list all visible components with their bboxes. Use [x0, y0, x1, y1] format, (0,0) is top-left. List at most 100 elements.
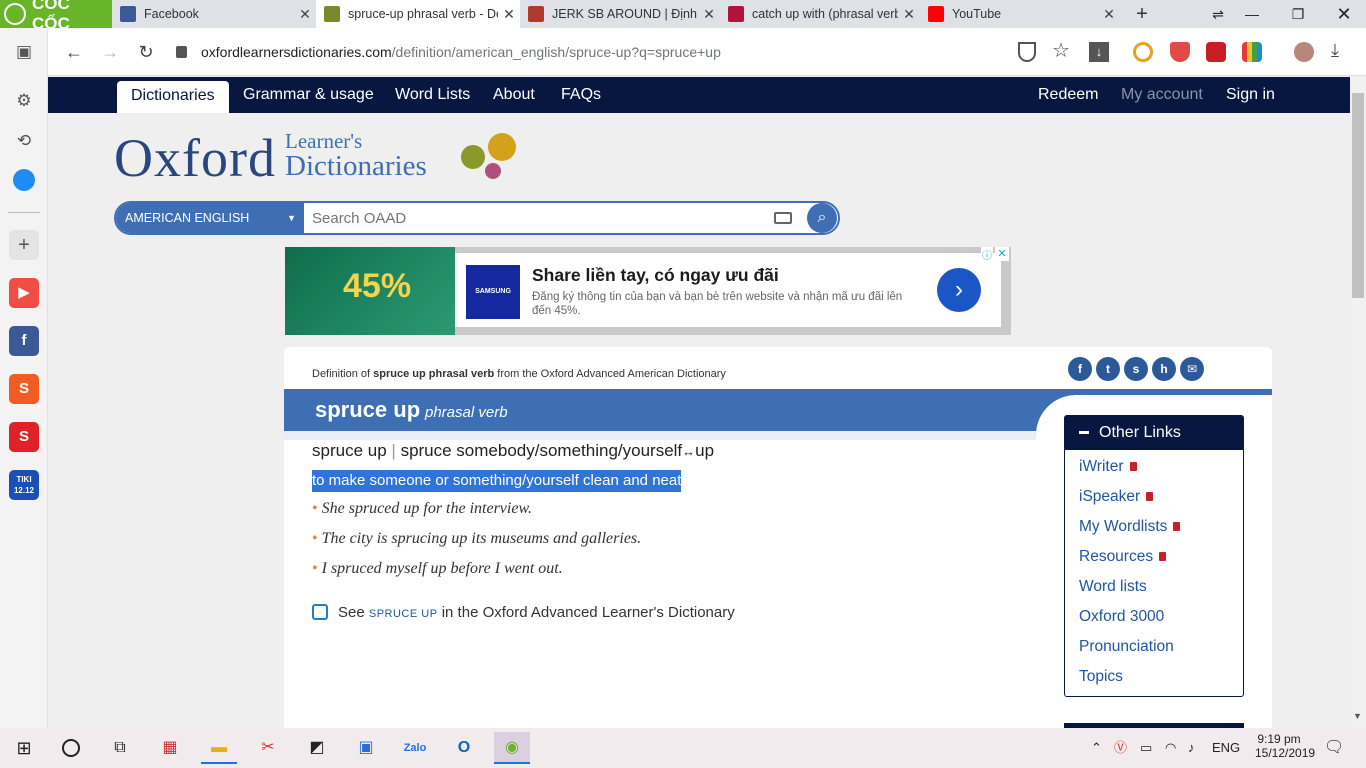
headword: spruce up	[315, 397, 421, 422]
add-app-icon[interactable]: +	[9, 230, 39, 260]
file-explorer-icon[interactable]: ▬	[201, 732, 237, 764]
tab-1[interactable]: spruce-up phrasal verb - De ✕	[316, 0, 520, 28]
taskbar-app-1-icon[interactable]: ▦	[152, 732, 188, 764]
task-view-icon[interactable]: ⧉	[102, 732, 138, 764]
close-tab-icon[interactable]: ✕	[898, 6, 920, 23]
address-bar[interactable]: oxfordlearnersdictionaries.com/definitio…	[172, 34, 1120, 70]
reload-button[interactable]: ↻	[132, 38, 160, 66]
close-tab-icon[interactable]: ✕	[294, 6, 316, 23]
email-share-icon[interactable]: ✉	[1180, 357, 1204, 381]
close-tab-icon[interactable]: ✕	[498, 6, 520, 23]
battery-icon[interactable]: ▭	[1140, 728, 1152, 768]
nav-word-lists[interactable]: Word Lists	[395, 77, 470, 113]
keyboard-icon[interactable]	[774, 212, 792, 224]
tab-4[interactable]: YouTube ✕	[920, 0, 1120, 28]
other-links-header[interactable]: Other Links	[1065, 416, 1243, 450]
ad-chevron-right-icon[interactable]: ›	[937, 268, 981, 312]
tray-expand-icon[interactable]: ⌃	[1091, 728, 1102, 768]
snipping-tool-icon[interactable]: ✂	[250, 732, 286, 764]
sidebar-app-tiki[interactable]: TIKI 12.12	[9, 470, 39, 500]
outlook-icon[interactable]: O	[446, 732, 482, 764]
form-b: spruce somebody/something/yourself	[400, 441, 683, 460]
example-text: I spruced myself up before I went out.	[321, 560, 563, 577]
other-link-item[interactable]: Topics	[1079, 668, 1123, 686]
shield-icon[interactable]	[1018, 42, 1036, 62]
other-links-title: Other Links	[1099, 424, 1181, 441]
new-tab-button[interactable]: +	[1128, 0, 1156, 28]
see-word-link[interactable]: spruce up	[369, 608, 438, 620]
maximize-button[interactable]: ❐	[1278, 0, 1318, 28]
nav-my-account[interactable]: My account	[1121, 77, 1203, 113]
see-also[interactable]: See spruce up in the Oxford Advanced Lea…	[312, 604, 735, 621]
sidebar-app-shopee[interactable]: S	[9, 374, 39, 404]
logo-oxford[interactable]: Oxford	[114, 127, 276, 189]
download-page-icon[interactable]: ↓	[1089, 42, 1109, 62]
extension-colorful-icon[interactable]	[1242, 42, 1262, 62]
twitter-share-icon[interactable]: t	[1096, 357, 1120, 381]
facebook-share-icon[interactable]: f	[1068, 357, 1092, 381]
coccoc-menu-button[interactable]: CỐC CỐC	[0, 0, 112, 33]
profile-avatar[interactable]	[1294, 42, 1314, 62]
other-link-item[interactable]: Word lists	[1079, 578, 1147, 596]
close-tab-icon[interactable]: ✕	[698, 6, 720, 23]
stumbleupon-share-icon[interactable]: s	[1124, 357, 1148, 381]
search-circle-icon[interactable]	[62, 739, 80, 757]
other-link-item[interactable]: Resources	[1079, 548, 1167, 566]
sidebar-app-youtube[interactable]: ▶	[9, 278, 39, 308]
browser-toolbar: ← → ↻ oxfordlearnersdictionaries.com/def…	[0, 28, 1366, 76]
back-button[interactable]: ←	[60, 38, 88, 66]
forward-button[interactable]: →	[96, 38, 124, 66]
nav-dictionaries[interactable]: Dictionaries	[117, 81, 229, 113]
wifi-icon[interactable]: ◠	[1165, 728, 1176, 768]
tab-3[interactable]: catch up with (phrasal verb) ✕	[720, 0, 920, 28]
scrollbar-thumb[interactable]	[1352, 93, 1364, 298]
other-link-item[interactable]: My Wordlists	[1079, 518, 1181, 536]
settings-gear-icon[interactable]: ⚙	[12, 89, 36, 113]
minimize-button[interactable]: —	[1232, 0, 1272, 28]
tab-2[interactable]: JERK SB AROUND | Định ng✕	[520, 0, 720, 28]
advertisement[interactable]: 45% SAMSUNG Share liền tay, có ngay ưu đ…	[285, 247, 1011, 335]
notes-app-icon[interactable]: ◩	[299, 732, 335, 764]
search-input[interactable]	[306, 203, 766, 233]
other-link-item[interactable]: Pronunciation	[1079, 638, 1174, 656]
nav-grammar-usage[interactable]: Grammar & usage	[243, 77, 374, 113]
notifications-icon[interactable]: 🗨	[1324, 728, 1344, 768]
zalo-icon[interactable]: Zalo	[397, 732, 433, 764]
extension-savior-icon[interactable]	[1133, 42, 1153, 62]
clock[interactable]: 9:19 pm 15/12/2019	[1255, 732, 1315, 760]
extension-refresh-icon[interactable]	[1206, 42, 1226, 62]
nav-redeem[interactable]: Redeem	[1038, 77, 1098, 113]
dialect-select[interactable]: AMERICAN ENGLISH ▼	[116, 203, 304, 233]
sidebar-toggle-icon[interactable]: ▣	[12, 40, 36, 64]
messenger-icon[interactable]	[13, 169, 35, 191]
ad-info-icon[interactable]: ⓘ	[981, 247, 993, 262]
language-indicator[interactable]: ENG	[1212, 728, 1240, 768]
tab-0[interactable]: Facebook ✕	[112, 0, 316, 28]
downloads-icon[interactable]: ⤓	[1331, 40, 1339, 61]
page-scrollbar[interactable]: ▼	[1350, 77, 1366, 728]
nav-faqs[interactable]: FAQs	[561, 77, 601, 113]
search-icon[interactable]: ⌕	[807, 203, 837, 233]
other-link-label: Oxford 3000	[1079, 608, 1165, 625]
ad-close-icon[interactable]: ✕	[995, 247, 1009, 261]
coccoc-taskbar-icon[interactable]: ◉	[494, 732, 530, 764]
windows-start-icon[interactable]: ⊞	[6, 732, 42, 764]
definition-selected[interactable]: to make someone or something/yourself cl…	[312, 470, 682, 492]
sidebar-app-sendo[interactable]: S	[9, 422, 39, 452]
nav-sign-in[interactable]: Sign in	[1226, 77, 1275, 113]
hi5-share-icon[interactable]: h	[1152, 357, 1176, 381]
other-link-item[interactable]: iSpeaker	[1079, 488, 1154, 506]
tray-v-icon[interactable]: Ⓥ	[1114, 728, 1127, 768]
sidebar-app-facebook[interactable]: f	[9, 326, 39, 356]
history-icon[interactable]: ⟲	[12, 129, 36, 153]
close-tab-icon[interactable]: ✕	[1098, 6, 1120, 23]
nav-about[interactable]: About	[493, 77, 535, 113]
taskbar-app-2-icon[interactable]: ▣	[348, 732, 384, 764]
extension-adblock-icon[interactable]	[1170, 42, 1190, 62]
other-link-item[interactable]: Oxford 3000	[1079, 608, 1164, 626]
scroll-down-icon[interactable]: ▼	[1353, 711, 1362, 721]
volume-icon[interactable]: ♪	[1188, 728, 1195, 768]
other-link-item[interactable]: iWriter	[1079, 458, 1137, 476]
bookmark-star-icon[interactable]: ☆	[1052, 38, 1070, 63]
close-window-button[interactable]: ✕	[1324, 0, 1364, 28]
